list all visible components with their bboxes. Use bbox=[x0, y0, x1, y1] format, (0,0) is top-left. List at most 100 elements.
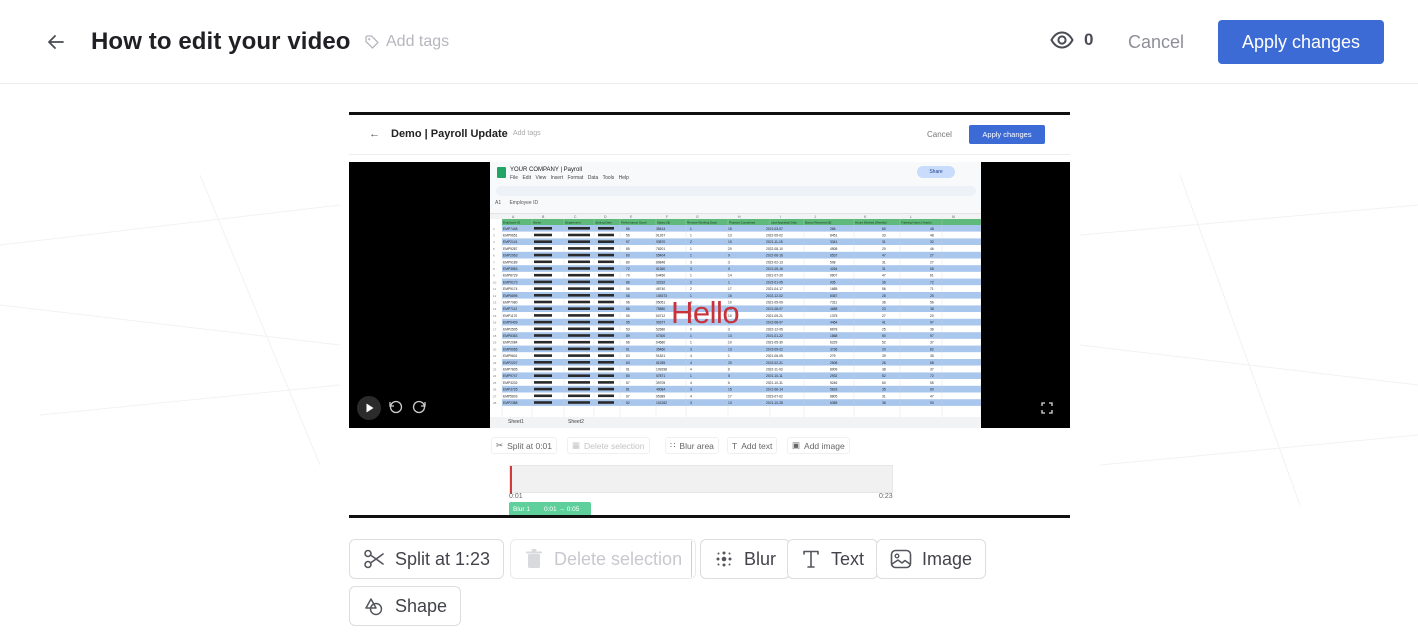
shape-icon bbox=[363, 595, 385, 617]
shape-label: Shape bbox=[395, 596, 447, 617]
fullscreen-button[interactable] bbox=[1041, 402, 1065, 426]
sheet-cell: 87871 bbox=[656, 374, 665, 378]
sheet-cell: 50 bbox=[882, 334, 886, 338]
timeline-end-time: 0:23 bbox=[879, 493, 893, 500]
sheet-column-letter: J bbox=[814, 215, 816, 219]
rewind-button[interactable] bbox=[387, 398, 411, 422]
video-player[interactable]: YOUR COMPANY | Payroll File Edit View In… bbox=[349, 162, 1070, 428]
sheet-redacted-cell bbox=[598, 361, 614, 364]
sheet-cell: 1375 bbox=[830, 314, 838, 318]
sheet-cell: 78201 bbox=[656, 247, 665, 251]
sheet-cell: 35 bbox=[930, 354, 934, 358]
cancel-button[interactable]: Cancel bbox=[1112, 22, 1200, 62]
preview-title: Demo | Payroll Update bbox=[391, 128, 508, 140]
sheet-row-number: 3 bbox=[493, 234, 495, 238]
sheet-redacted-cell bbox=[598, 267, 614, 270]
sheet-cell: 35460 bbox=[656, 347, 665, 351]
sheet-formula-bar: A1 Employee ID bbox=[490, 200, 981, 210]
sheet-redacted-cell bbox=[534, 348, 552, 351]
sheet-cell: 1 bbox=[690, 227, 692, 231]
sheet-cell: EMP7805 bbox=[503, 368, 518, 372]
sheet-cell: 1 bbox=[728, 280, 730, 284]
sheet-cell: 55 bbox=[626, 314, 630, 318]
sheet-cell: 3 bbox=[690, 267, 692, 271]
sheet-redacted-cell bbox=[568, 361, 590, 364]
sheet-cell: 4508 bbox=[830, 247, 838, 251]
sheet-cell: 2021-11-15 bbox=[766, 240, 783, 244]
sheet-redacted-cell bbox=[568, 354, 590, 357]
sheet-cell: 25 bbox=[930, 294, 934, 298]
sheet-redacted-cell bbox=[598, 227, 614, 230]
sheet-redacted-cell bbox=[568, 267, 590, 270]
split-button[interactable]: Split at 1:23 bbox=[349, 539, 504, 579]
apply-changes-button[interactable]: Apply changes bbox=[1218, 20, 1384, 64]
eye-icon bbox=[1050, 31, 1074, 49]
video-preview[interactable]: ← Demo | Payroll Update Add tags Cancel … bbox=[349, 112, 1070, 518]
sheet-cell: 6355 bbox=[830, 401, 838, 405]
preview-editor-header: ← Demo | Payroll Update Add tags Cancel … bbox=[349, 115, 1070, 155]
text-overlay[interactable]: Hello bbox=[671, 295, 739, 331]
sheet-redacted-cell bbox=[568, 247, 590, 250]
sheet-cell: EMP2388 bbox=[503, 401, 518, 405]
sheet-redacted-cell bbox=[534, 301, 552, 304]
image-icon bbox=[890, 549, 912, 569]
sheet-cell: 56 bbox=[882, 287, 886, 291]
preview-scissors-icon: ✂ bbox=[496, 440, 503, 451]
delete-selection-label: Delete selection bbox=[554, 549, 682, 570]
sheet-cell: 15 bbox=[728, 227, 732, 231]
sheet-redacted-cell bbox=[534, 294, 552, 297]
sheet-cell: 20 bbox=[728, 247, 732, 251]
preview-text-button: T Add text bbox=[727, 437, 777, 454]
sheet-cell: 95 bbox=[626, 321, 630, 325]
timeline-track[interactable] bbox=[509, 465, 893, 493]
sheet-redacted-cell bbox=[568, 281, 590, 284]
text-button[interactable]: Text bbox=[787, 539, 878, 579]
sheet-cell: 72 bbox=[930, 374, 934, 378]
sheet-cell: 3341 bbox=[830, 240, 838, 244]
sheet-cell: 65404 bbox=[656, 254, 665, 258]
delete-selection-button[interactable]: Delete selection bbox=[510, 539, 696, 579]
sheet-cell: 8 bbox=[728, 374, 730, 378]
sheet-cell: 5246 bbox=[830, 381, 838, 385]
sheet-redacted-cell bbox=[534, 381, 552, 384]
sheet-cell: EMP8895 bbox=[503, 294, 518, 298]
sheet-cell: 2022-12-02 bbox=[766, 294, 783, 298]
sheet-cell: 49084 bbox=[656, 388, 665, 392]
shape-button[interactable]: Shape bbox=[349, 586, 461, 626]
sheet-redacted-cell bbox=[568, 307, 590, 310]
sheet-cell: 32 bbox=[930, 240, 934, 244]
play-button[interactable] bbox=[357, 396, 381, 420]
sheet-cell: EMP9174 bbox=[503, 287, 518, 291]
sheet-cell: 31 bbox=[882, 240, 886, 244]
forward-button[interactable] bbox=[410, 398, 434, 422]
sheet-cell: 2021-10-31 bbox=[766, 381, 783, 385]
sheet-cell: 17 bbox=[728, 394, 732, 398]
sheet-row-number: 21 bbox=[493, 354, 497, 358]
sheet-cell: 72 bbox=[626, 267, 630, 271]
sheet-cell: 2 bbox=[690, 240, 692, 244]
sheet-cell: 3 bbox=[690, 260, 692, 264]
sheet-cell: 2021-05-21 bbox=[766, 314, 783, 318]
sheet-row-number: 27 bbox=[493, 394, 497, 398]
blur-clip[interactable]: Blur 1 0:01 → 0:05 bbox=[509, 502, 591, 516]
sheet-cell: EMP2963 bbox=[503, 254, 518, 258]
sheet-redacted-cell bbox=[534, 395, 552, 398]
sheet-cell: 13 bbox=[728, 334, 732, 338]
sheet-cell: 93 bbox=[930, 401, 934, 405]
sheet-redacted-cell bbox=[568, 374, 590, 377]
view-counter[interactable]: 0 bbox=[1050, 30, 1093, 50]
toolbar-divider bbox=[691, 541, 692, 577]
playhead[interactable] bbox=[510, 466, 512, 494]
sheet-cell: 35 bbox=[882, 388, 886, 392]
sheet-cell: 55 bbox=[930, 381, 934, 385]
sheet-cell: 91 bbox=[626, 368, 630, 372]
back-button[interactable] bbox=[40, 26, 72, 58]
sheet-cell: 1868 bbox=[830, 334, 838, 338]
blur-button[interactable]: Blur bbox=[700, 539, 790, 579]
image-button[interactable]: Image bbox=[876, 539, 986, 579]
preview-image-label: Add image bbox=[804, 441, 845, 451]
sheet-cell: 61 bbox=[930, 274, 934, 278]
sheet-redacted-cell bbox=[568, 314, 590, 317]
add-tags-button[interactable]: Add tags bbox=[364, 33, 449, 51]
sheet-cell: 60 bbox=[882, 227, 886, 231]
